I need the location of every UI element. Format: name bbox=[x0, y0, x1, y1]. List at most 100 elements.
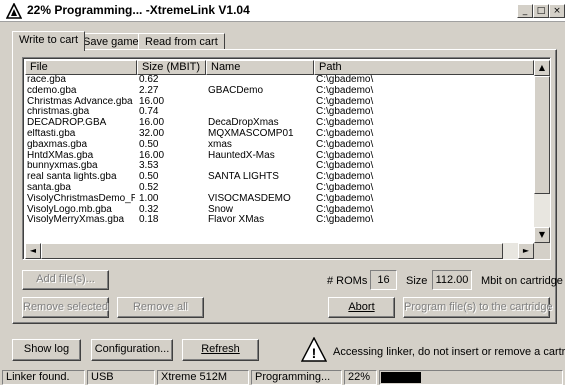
cell-size: 0.50 bbox=[139, 139, 159, 150]
close-button[interactable]: × bbox=[549, 4, 565, 18]
table-row[interactable]: VisolyLogo.mb.gba 0.32 Snow C:\gbademo\ bbox=[25, 205, 534, 216]
scroll-down-button[interactable]: ▼ bbox=[534, 227, 550, 243]
window-title: 22% Programming... -XtremeLink V1.04 bbox=[27, 3, 250, 17]
cell-path: C:\gbademo\ bbox=[316, 182, 374, 193]
cell-name: Flavor XMas bbox=[208, 215, 265, 226]
cell-file: gbaxmas.gba bbox=[27, 139, 88, 150]
cell-path: C:\gbademo\ bbox=[316, 96, 374, 107]
size-value: 112.00 bbox=[432, 270, 472, 290]
scroll-up-button[interactable]: ▲ bbox=[534, 60, 550, 76]
cell-size: 0.62 bbox=[139, 75, 159, 85]
program-to-cartridge-button[interactable]: Program file(s) to the cartridge bbox=[403, 297, 553, 318]
main-window: 22% Programming... -XtremeLink V1.04 _ □… bbox=[0, 0, 565, 385]
cell-size: 0.52 bbox=[139, 182, 159, 193]
cell-name: DecaDropXmas bbox=[208, 118, 279, 129]
cell-name: SANTA LIGHTS bbox=[208, 172, 279, 183]
horizontal-scroll-thumb[interactable] bbox=[41, 243, 503, 259]
cell-name: VISOCMASDEMO bbox=[208, 193, 291, 204]
cell-path: C:\gbademo\ bbox=[316, 150, 374, 161]
show-log-button[interactable]: Show log bbox=[12, 339, 81, 361]
table-row[interactable]: elftasti.gba 32.00 MQXMASCOMP01 C:\gbademo\ bbox=[25, 129, 534, 140]
status-linker: Linker found. bbox=[2, 370, 85, 385]
table-row[interactable]: real santa lights.gba 0.50 SANTA LIGHTS C:\… bbox=[25, 172, 534, 183]
cell-path: C:\gbademo\ bbox=[316, 193, 374, 204]
title-bar[interactable]: 22% Programming... -XtremeLink V1.04 _ □… bbox=[0, 0, 565, 22]
file-list-body: race.gba 0.62 C:\gbademo\ cdemo.gba 2.27 GBAC… bbox=[25, 75, 534, 241]
vertical-scrollbar[interactable]: ▲ ▼ bbox=[534, 60, 550, 243]
abort-button-label: Abort bbox=[348, 301, 375, 313]
status-cartridge-type: Xtreme 512M bbox=[157, 370, 249, 385]
column-header-path[interactable]: Path bbox=[314, 60, 534, 75]
cell-size: 0.74 bbox=[139, 107, 159, 118]
status-state: Programming... bbox=[251, 370, 342, 385]
cell-path: C:\gbademo\ bbox=[316, 161, 374, 172]
abort-button[interactable]: Abort bbox=[328, 297, 395, 318]
cell-size: 16.00 bbox=[139, 96, 165, 107]
horizontal-scrollbar[interactable]: ◄ ► bbox=[25, 243, 534, 259]
cell-size: 16.00 bbox=[139, 150, 165, 161]
cell-file: christmas.gba bbox=[27, 107, 90, 118]
maximize-button[interactable]: □ bbox=[533, 4, 549, 18]
warning-message: Accessing linker, do not insert or remov… bbox=[333, 346, 565, 358]
cell-name: MQXMASCOMP01 bbox=[208, 128, 294, 139]
cell-file: bunnyxmas.gba bbox=[27, 161, 98, 172]
table-row[interactable]: HntdXMas.gba 16.00 HauntedX-Mas C:\gbademo\ bbox=[25, 151, 534, 162]
cell-file: Christmas Advance.gba bbox=[27, 96, 133, 107]
cell-name: GBACDemo bbox=[208, 85, 264, 96]
cell-path: C:\gbademo\ bbox=[316, 128, 374, 139]
configuration-button[interactable]: Configuration... bbox=[91, 339, 173, 361]
table-row[interactable]: gbaxmas.gba 0.50 xmas C:\gbademo\ bbox=[25, 140, 534, 151]
file-list[interactable]: File Size (MBIT) Name Path race.gba 0.62 C… bbox=[22, 57, 551, 260]
tab-read-from-cart[interactable]: Read from cart bbox=[138, 33, 225, 50]
cell-file: race.gba bbox=[27, 75, 66, 85]
cell-path: C:\gbademo\ bbox=[316, 118, 374, 129]
roms-count-value: 16 bbox=[370, 270, 397, 290]
warning-glyph: ! bbox=[312, 345, 317, 361]
remove-all-button[interactable]: Remove all bbox=[117, 297, 204, 318]
scroll-left-button[interactable]: ◄ bbox=[25, 243, 41, 259]
cell-file: VisolyChristmasDemo_R... bbox=[27, 193, 135, 204]
cell-file: HntdXMas.gba bbox=[27, 150, 94, 161]
cell-name: xmas bbox=[208, 139, 232, 150]
table-row[interactable]: bunnyxmas.gba 3.53 C:\gbademo\ bbox=[25, 161, 534, 172]
column-header-name[interactable]: Name bbox=[206, 60, 314, 75]
cell-file: DECADROP.GBA bbox=[27, 118, 107, 129]
cell-size: 3.53 bbox=[139, 161, 159, 172]
app-logo-icon bbox=[6, 3, 22, 19]
table-row[interactable]: Christmas Advance.gba 16.00 C:\gbademo\ bbox=[25, 97, 534, 108]
cell-file: cdemo.gba bbox=[27, 85, 77, 96]
status-percent: 22% bbox=[344, 370, 377, 385]
status-bar: Linker found. USB Xtreme 512M Programmin… bbox=[0, 369, 565, 385]
vertical-scroll-thumb[interactable] bbox=[534, 76, 550, 194]
cell-path: C:\gbademo\ bbox=[316, 85, 374, 96]
cell-path: C:\gbademo\ bbox=[316, 107, 374, 118]
progress-bar bbox=[379, 370, 563, 385]
table-row[interactable]: cdemo.gba 2.27 GBACDemo C:\gbademo\ bbox=[25, 86, 534, 97]
remove-selected-button[interactable]: Remove selected bbox=[22, 297, 109, 318]
cell-path: C:\gbademo\ bbox=[316, 139, 374, 150]
file-list-header: File Size (MBIT) Name Path bbox=[25, 60, 534, 75]
cell-file: elftasti.gba bbox=[27, 128, 76, 139]
column-header-size[interactable]: Size (MBIT) bbox=[137, 60, 206, 75]
cell-path: C:\gbademo\ bbox=[316, 215, 374, 226]
column-header-file[interactable]: File bbox=[25, 60, 137, 75]
table-row[interactable]: VisolyChristmasDemo_R... 1.00 VISOCMASDEMO… bbox=[25, 194, 534, 205]
cell-file: real santa lights.gba bbox=[27, 172, 117, 183]
refresh-button[interactable]: Refresh bbox=[182, 339, 259, 361]
mbit-on-cartridge-label: Mbit on cartridge bbox=[481, 275, 563, 287]
table-row[interactable]: VisolyMerryXmas.gba 0.18 Flavor XMas C:\gba… bbox=[25, 215, 534, 226]
tab-write-to-cart[interactable]: Write to cart bbox=[12, 31, 86, 51]
cell-file: VisolyLogo.mb.gba bbox=[27, 204, 112, 215]
add-files-button[interactable]: Add file(s)... bbox=[22, 270, 109, 290]
table-row[interactable]: christmas.gba 0.74 C:\gbademo\ bbox=[25, 107, 534, 118]
progress-bar-fill bbox=[381, 372, 421, 383]
scroll-right-button[interactable]: ► bbox=[518, 243, 534, 259]
table-row[interactable]: race.gba 0.62 C:\gbademo\ bbox=[25, 75, 534, 86]
cell-size: 16.00 bbox=[139, 118, 165, 129]
minimize-button[interactable]: _ bbox=[517, 4, 533, 18]
cell-file: VisolyMerryXmas.gba bbox=[27, 215, 125, 226]
cell-size: 0.18 bbox=[139, 215, 159, 226]
status-port: USB bbox=[87, 370, 155, 385]
table-row[interactable]: santa.gba 0.52 C:\gbademo\ bbox=[25, 183, 534, 194]
table-row[interactable]: DECADROP.GBA 16.00 DecaDropXmas C:\gbademo\ bbox=[25, 118, 534, 129]
